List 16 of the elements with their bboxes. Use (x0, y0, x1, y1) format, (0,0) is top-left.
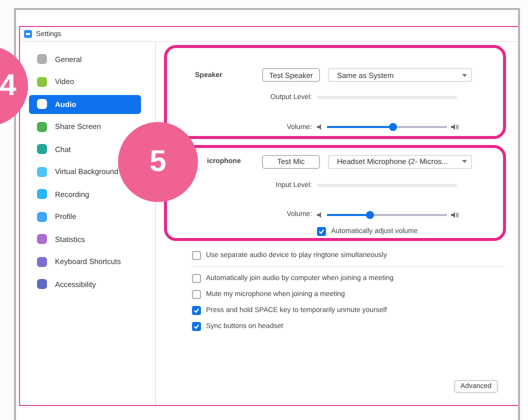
checkbox[interactable] (192, 290, 201, 298)
chevron-icon (462, 160, 467, 164)
speaker-icon (317, 124, 323, 130)
checkbox[interactable] (192, 250, 201, 260)
slider-thumb[interactable] (366, 210, 374, 219)
checkbox[interactable] (192, 306, 201, 314)
speaker-icon (451, 124, 459, 130)
slider-thumb[interactable] (389, 123, 397, 131)
checkbox[interactable] (192, 322, 201, 330)
speaker-icon (317, 212, 323, 218)
speaker-icon (451, 212, 459, 218)
app-icon (24, 30, 32, 38)
chevron-icon (462, 74, 467, 76)
checkbox[interactable] (317, 226, 326, 236)
checkbox[interactable] (192, 274, 201, 282)
volume-slider[interactable] (327, 214, 447, 216)
